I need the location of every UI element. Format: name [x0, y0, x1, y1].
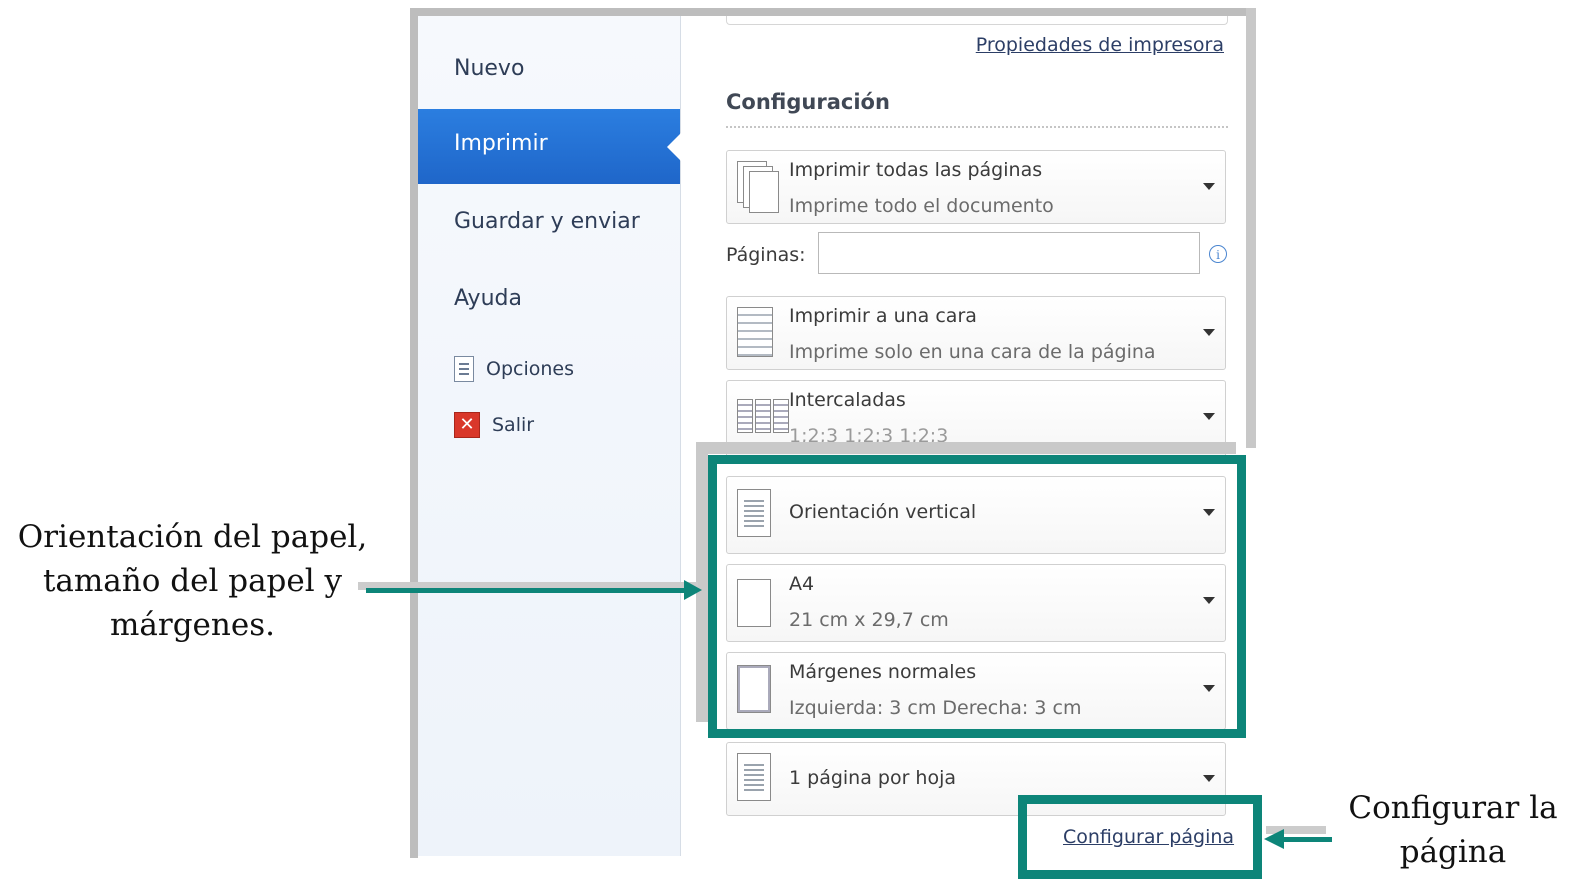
section-divider [726, 126, 1228, 128]
sidebar-item-imprimir[interactable]: Imprimir [418, 109, 681, 184]
sides-dropdown[interactable]: Imprimir a una cara Imprime solo en una … [726, 296, 1226, 370]
dropdown-arrow-icon [1203, 183, 1215, 190]
option-subtitle: Imprime todo el documento [789, 195, 1054, 217]
options-icon [454, 356, 474, 382]
sidebar-item-ayuda[interactable]: Ayuda [454, 286, 522, 311]
option-subtitle: Imprime solo en una cara de la página [789, 341, 1156, 363]
pages-label: Páginas: [726, 244, 806, 266]
window-frame-right [1246, 8, 1256, 448]
arrow-head [684, 580, 702, 600]
print-range-dropdown[interactable]: Imprimir todas las páginas Imprime todo … [726, 150, 1226, 224]
sidebar-item-label: Opciones [486, 358, 574, 380]
highlight-shadow [696, 442, 1236, 454]
annotation-left: Orientación del papel, tamaño del papel … [0, 515, 385, 647]
one-sided-icon [737, 307, 781, 361]
sidebar-item-label: Imprimir [454, 131, 548, 156]
annotation-line: tamaño del papel y [42, 563, 343, 599]
annotation-right: Configurar la página [1328, 786, 1578, 874]
option-title: Imprimir todas las páginas [789, 159, 1043, 181]
sidebar-item-guardar-enviar[interactable]: Guardar y enviar [454, 209, 640, 234]
dropdown-arrow-icon [1203, 775, 1215, 782]
annotation-line: Configurar la [1348, 790, 1558, 826]
option-title: 1 página por hoja [789, 767, 957, 789]
printer-dropdown-edge [726, 16, 1228, 25]
selection-notch [667, 133, 681, 161]
pages-per-sheet-icon [737, 753, 771, 801]
printer-properties-link[interactable]: Propiedades de impresora [976, 34, 1224, 56]
option-title: Imprimir a una cara [789, 305, 977, 327]
exit-icon: ✕ [454, 412, 480, 438]
arrow-right-icon [366, 588, 688, 593]
highlight-box-page-setup [1018, 795, 1262, 879]
section-title: Configuración [726, 90, 890, 114]
annotation-line: Orientación del papel, [17, 519, 368, 555]
dropdown-arrow-icon [1203, 329, 1215, 336]
option-title: Intercaladas [789, 389, 906, 411]
annotation-line: página [1399, 834, 1507, 870]
sidebar-item-salir[interactable]: ✕ Salir [454, 412, 534, 438]
info-icon[interactable]: i [1209, 245, 1227, 263]
print-all-pages-icon [737, 161, 781, 215]
highlight-box-page-options [708, 455, 1246, 738]
arrow-head [1264, 829, 1284, 849]
annotation-line: márgenes. [110, 607, 275, 643]
pages-input[interactable] [818, 232, 1200, 274]
collated-icon [737, 399, 789, 433]
sidebar-item-nuevo[interactable]: Nuevo [454, 56, 524, 81]
sidebar-item-label: Salir [492, 414, 535, 436]
arrow-left-icon [1284, 837, 1332, 842]
sidebar-item-opciones[interactable]: Opciones [454, 356, 574, 382]
backstage-sidebar: Nuevo Imprimir Guardar y enviar Ayuda Op… [418, 16, 681, 856]
dropdown-arrow-icon [1203, 413, 1215, 420]
